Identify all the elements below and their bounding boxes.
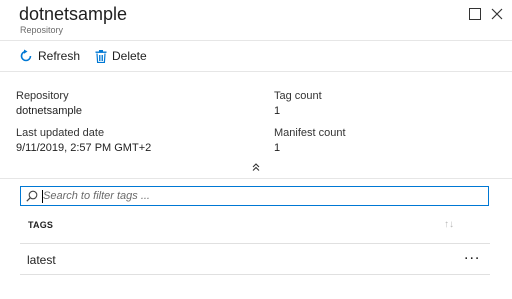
section-divider <box>0 178 512 179</box>
blade-header: dotnetsample Repository <box>0 0 512 41</box>
last-updated-value: 9/11/2019, 2:57 PM GMT+2 <box>16 142 152 154</box>
refresh-button[interactable]: Refresh <box>19 48 80 64</box>
refresh-icon <box>20 49 32 62</box>
tag-count-label: Tag count <box>274 90 322 102</box>
manifest-count-label: Manifest count <box>274 127 346 139</box>
search-input[interactable] <box>43 188 483 204</box>
page-title: dotnetsample <box>19 4 128 24</box>
command-bar: Refresh Delete <box>0 41 512 72</box>
more-options-button[interactable]: ... <box>464 246 480 264</box>
double-chevron-up-icon <box>252 163 260 171</box>
tag-name: latest <box>27 253 56 267</box>
manifest-count-value: 1 <box>274 142 281 154</box>
close-button[interactable] <box>489 6 505 22</box>
filter-tags-box <box>20 186 489 206</box>
maximize-button[interactable] <box>467 6 483 22</box>
repository-value: dotnetsample <box>16 105 83 117</box>
delete-button[interactable]: Delete <box>95 48 147 64</box>
last-updated-label: Last updated date <box>16 127 105 139</box>
repository-label: Repository <box>16 90 69 102</box>
sort-arrows-icon[interactable]: ↑↓ <box>444 219 454 230</box>
search-icon <box>26 190 38 202</box>
tags-column-header[interactable]: TAGS <box>28 220 53 230</box>
delete-label: Delete <box>112 49 147 63</box>
trash-icon <box>95 49 107 63</box>
maximize-square-icon <box>469 8 481 20</box>
row-divider <box>20 274 490 275</box>
tag-count-value: 1 <box>274 105 281 117</box>
close-x-icon <box>491 8 503 20</box>
page-subtitle: Repository <box>20 25 64 35</box>
refresh-label: Refresh <box>38 49 81 63</box>
collapse-essentials-button[interactable] <box>249 160 263 174</box>
table-row[interactable]: latest ... <box>20 244 490 274</box>
